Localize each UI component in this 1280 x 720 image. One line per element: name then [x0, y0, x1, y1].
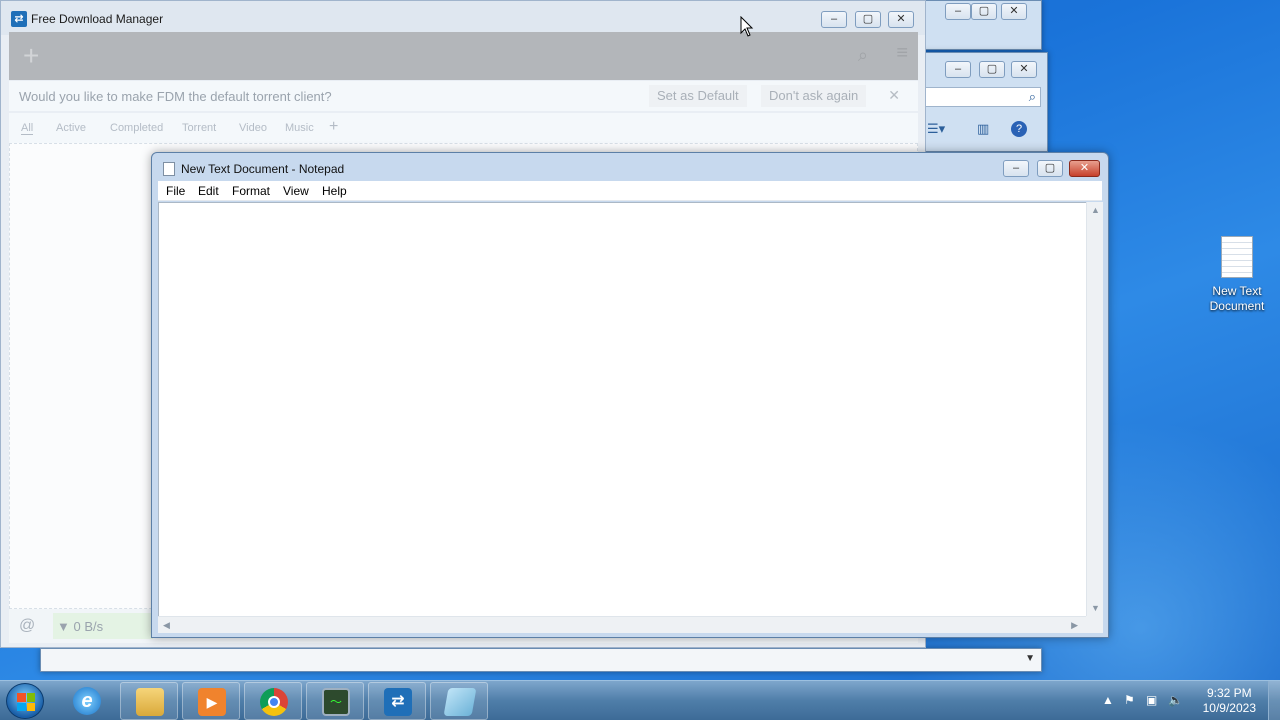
help-icon[interactable]: ?: [1011, 121, 1027, 137]
scroll-right-icon[interactable]: ▶: [1071, 620, 1078, 631]
notepad-menubar: File Edit Format View Help: [158, 181, 1102, 201]
notepad-titlebar[interactable]: New Text Document - Notepad ‒ ▢ ✕: [152, 153, 1108, 181]
tab-all[interactable]: All: [21, 122, 34, 135]
system-tray: ▲ ⚑ ▣ 🔈 9:32 PM 10/9/2023: [1090, 681, 1280, 720]
preview-pane-icon[interactable]: ▥: [977, 121, 989, 137]
action-center-icon[interactable]: ⚑: [1124, 693, 1135, 707]
view-options-icon[interactable]: ☰▾: [927, 121, 945, 137]
background-window-2[interactable]: ‒ ▢ ✕ ⌕ ☰▾ ▥ ?: [918, 52, 1048, 152]
notepad-icon: [163, 162, 175, 176]
notepad-title: New Text Document - Notepad: [181, 162, 345, 176]
set-default-button[interactable]: Set as Default: [649, 85, 747, 107]
tab-video[interactable]: Video: [239, 122, 267, 134]
show-hidden-icons-icon[interactable]: ▲: [1102, 693, 1114, 707]
scroll-left-icon[interactable]: ◀: [163, 620, 170, 631]
close-button[interactable]: ✕: [1011, 61, 1037, 78]
fdm-filter-tabs: All Active Completed Torrent Video Music…: [9, 113, 918, 143]
taskbar-chrome[interactable]: [244, 682, 302, 720]
notepad-window[interactable]: New Text Document - Notepad ‒ ▢ ✕ File E…: [151, 152, 1109, 638]
taskbar-notepad[interactable]: [430, 682, 488, 720]
default-client-banner: Would you like to make FDM the default t…: [9, 81, 918, 111]
download-speed: ▼ 0 B/s: [57, 619, 104, 634]
fdm-title: Free Download Manager: [31, 12, 164, 26]
media-player-icon: ▶: [198, 688, 226, 716]
windows-logo-icon: [17, 693, 35, 711]
maximize-button[interactable]: ▢: [1037, 160, 1063, 177]
menu-file[interactable]: File: [166, 184, 185, 198]
dont-ask-button[interactable]: Don't ask again: [761, 85, 867, 107]
taskbar-fdm[interactable]: ⇄: [368, 682, 426, 720]
desktop-icon-text-document[interactable]: New Text Document: [1200, 236, 1274, 314]
clock-time: 9:32 PM: [1206, 686, 1252, 700]
fdm-toolbar: + ⌕ ≡: [9, 32, 918, 80]
taskbar-ie[interactable]: e: [58, 682, 116, 720]
search-box[interactable]: ⌕: [925, 87, 1041, 107]
mouse-cursor-icon: [740, 16, 754, 37]
maximize-button[interactable]: ▢: [855, 11, 881, 28]
desktop-icon-label: New Text Document: [1200, 284, 1274, 314]
scroll-up-icon[interactable]: ▲: [1091, 205, 1100, 215]
fdm-titlebar[interactable]: ⇄ Free Download Manager ‒ ▢ ✕: [1, 1, 925, 35]
ie-icon: e: [73, 687, 101, 715]
taskbar-explorer[interactable]: [120, 682, 178, 720]
text-editor[interactable]: [158, 202, 1086, 616]
menu-edit[interactable]: Edit: [198, 184, 219, 198]
close-button[interactable]: ✕: [1001, 3, 1027, 20]
notepad-icon: [443, 688, 477, 716]
menu-format[interactable]: Format: [232, 184, 270, 198]
taskbar-media-player[interactable]: ▶: [182, 682, 240, 720]
tab-completed[interactable]: Completed: [110, 122, 163, 134]
close-button[interactable]: ✕: [1069, 160, 1100, 177]
minimize-button[interactable]: ‒: [945, 3, 971, 20]
clock[interactable]: 9:32 PM 10/9/2023: [1203, 686, 1256, 716]
add-download-icon[interactable]: +: [23, 40, 39, 72]
menu-icon[interactable]: ≡: [896, 42, 908, 65]
task-manager-icon: 〜: [322, 688, 350, 716]
tab-torrent[interactable]: Torrent: [182, 122, 216, 134]
search-icon[interactable]: ⌕: [1029, 89, 1036, 105]
download-speed-value: 0 B/s: [73, 619, 104, 634]
background-window-3[interactable]: ▼: [40, 648, 1042, 672]
tab-music[interactable]: Music: [285, 122, 314, 134]
minimize-button[interactable]: ‒: [821, 11, 847, 28]
show-desktop-button[interactable]: [1268, 681, 1280, 720]
chrome-icon: [260, 688, 288, 716]
desktop-icon-label-line1: New Text: [1212, 284, 1262, 298]
network-icon[interactable]: ▣: [1146, 693, 1157, 707]
minimize-button[interactable]: ‒: [1003, 160, 1029, 177]
vertical-scrollbar[interactable]: ▲ ▼: [1086, 202, 1103, 616]
menu-view[interactable]: View: [283, 184, 309, 198]
close-banner-icon[interactable]: ✕: [888, 87, 900, 104]
fdm-icon: ⇄: [384, 688, 412, 716]
explorer-icon: [136, 688, 164, 716]
horizontal-scrollbar[interactable]: ◀ ▶: [158, 616, 1086, 633]
taskbar: e ▶ 〜 ⇄ ▲ ⚑ ▣ 🔈 9:32 PM 10/9/2023: [0, 680, 1280, 720]
close-button[interactable]: ✕: [888, 11, 914, 28]
taskbar-task-manager[interactable]: 〜: [306, 682, 364, 720]
speed-mode-icon[interactable]: @: [19, 617, 35, 635]
tab-active[interactable]: Active: [56, 122, 86, 134]
banner-question: Would you like to make FDM the default t…: [19, 89, 332, 104]
fdm-logo-icon: ⇄: [11, 11, 27, 27]
volume-muted-icon[interactable]: 🔈: [1168, 693, 1183, 707]
desktop-icon-label-line2: Document: [1209, 299, 1265, 313]
text-file-icon: [1221, 236, 1253, 278]
size-grip[interactable]: [1086, 616, 1103, 633]
scroll-down-icon[interactable]: ▼: [1091, 603, 1100, 613]
maximize-button[interactable]: ▢: [979, 61, 1005, 78]
maximize-button[interactable]: ▢: [971, 3, 997, 20]
search-icon[interactable]: ⌕: [858, 45, 868, 66]
menu-help[interactable]: Help: [322, 184, 347, 198]
chevron-down-icon[interactable]: ▼: [1025, 653, 1035, 664]
clock-date: 10/9/2023: [1202, 701, 1256, 715]
start-button[interactable]: [6, 683, 44, 719]
add-tab-icon[interactable]: +: [329, 118, 338, 136]
minimize-button[interactable]: ‒: [945, 61, 971, 78]
